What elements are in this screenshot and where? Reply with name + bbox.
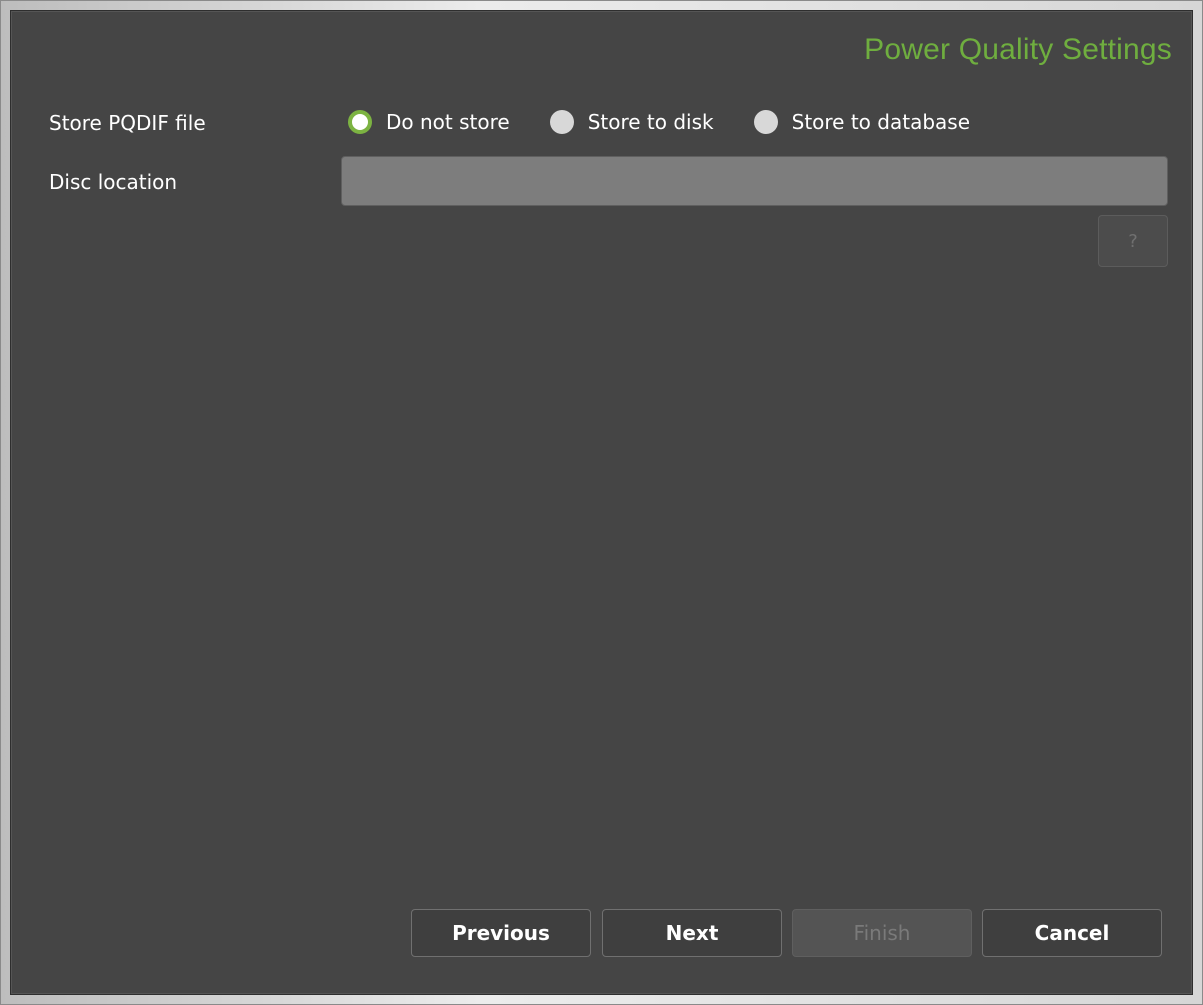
radio-selected-icon[interactable] [348, 110, 372, 134]
radio-label-store-to-database: Store to database [791, 110, 971, 134]
radio-unselected-icon[interactable] [753, 110, 778, 134]
radio-store-to-database[interactable]: Store to database [753, 110, 971, 134]
radio-label-do-not-store: Do not store [386, 110, 510, 134]
cancel-button[interactable]: Cancel [982, 909, 1162, 957]
store-pqdif-label: Store PQDIF file [49, 111, 206, 135]
radio-label-store-to-disk: Store to disk [587, 110, 714, 134]
help-button[interactable]: ? [1098, 215, 1168, 267]
disc-location-label: Disc location [49, 170, 178, 194]
previous-button[interactable]: Previous [411, 909, 591, 957]
disc-location-input[interactable] [341, 156, 1168, 206]
page-title: Power Quality Settings [864, 33, 1172, 66]
radio-store-to-disk[interactable]: Store to disk [549, 110, 714, 134]
store-option-group: Do not store Store to disk Store to data… [348, 107, 1010, 137]
finish-button[interactable]: Finish [792, 909, 972, 957]
window-frame: Power Quality Settings Store PQDIF file … [0, 0, 1203, 1005]
radio-unselected-icon[interactable] [549, 110, 574, 134]
radio-do-not-store[interactable]: Do not store [348, 110, 510, 134]
next-button[interactable]: Next [602, 909, 782, 957]
wizard-panel: Power Quality Settings Store PQDIF file … [10, 10, 1193, 995]
